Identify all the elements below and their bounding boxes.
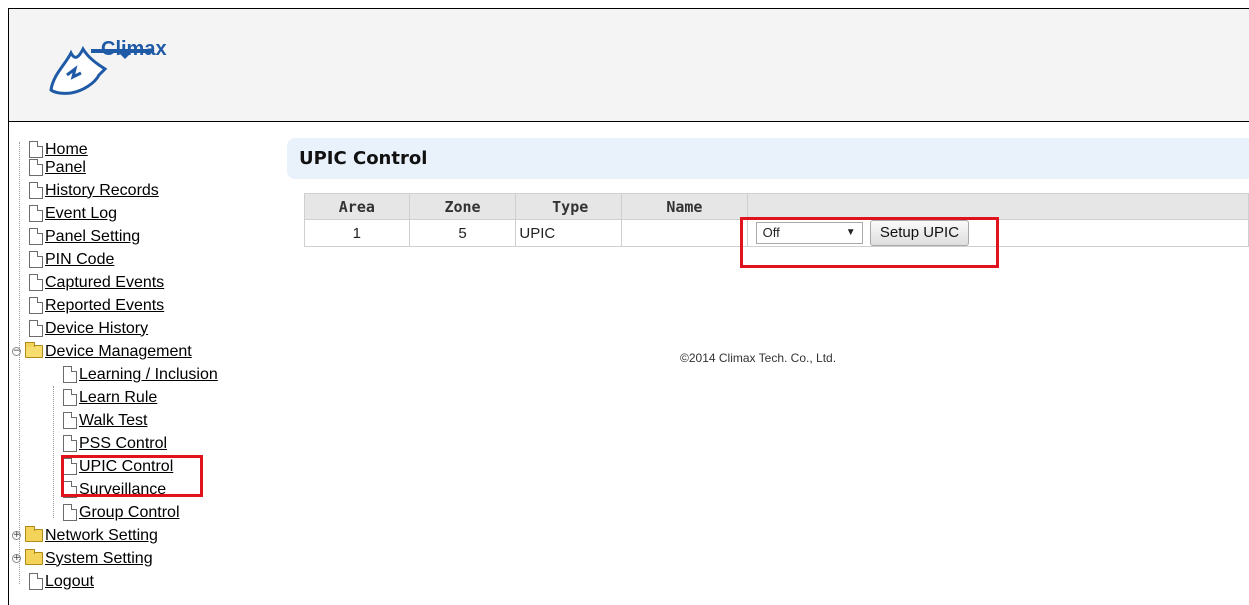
document-icon <box>29 573 43 590</box>
document-icon <box>63 389 77 406</box>
sidebar-item-network-setting[interactable]: + Network Setting <box>12 524 158 547</box>
sidebar-item-label[interactable]: Panel <box>45 159 86 177</box>
folder-icon <box>25 549 43 565</box>
document-icon <box>29 297 43 314</box>
folder-icon <box>25 526 43 542</box>
sidebar-item-label[interactable]: Walk Test <box>79 412 147 430</box>
document-icon <box>63 412 77 429</box>
sidebar-item-pin-code[interactable]: PIN Code <box>29 248 114 271</box>
folder-open-icon <box>25 342 43 358</box>
column-header-name: Name <box>621 193 748 220</box>
cell-name <box>621 219 748 247</box>
sidebar-item-label[interactable]: Learn Rule <box>79 389 157 407</box>
logo-text: Climax <box>101 38 167 60</box>
document-icon <box>63 504 77 521</box>
highlight-box <box>61 455 203 497</box>
highlight-box <box>740 217 999 268</box>
tree-line <box>19 142 20 584</box>
sidebar-item-label[interactable]: PIN Code <box>45 251 114 269</box>
sidebar-item-history-records[interactable]: History Records <box>29 179 159 202</box>
footer-copyright: ©2014 Climax Tech. Co., Ltd. <box>680 351 837 365</box>
sidebar-item-label[interactable]: Device History <box>45 320 148 338</box>
expand-icon[interactable]: + <box>12 531 21 540</box>
table-header-row: Area Zone Type Name <box>304 193 1249 220</box>
document-icon <box>29 159 43 176</box>
sidebar-item-group-control[interactable]: Group Control <box>63 501 180 524</box>
page-title: UPIC Control <box>299 148 428 169</box>
tree-line <box>53 386 54 518</box>
document-icon <box>63 366 77 383</box>
sidebar-item-system-setting[interactable]: + System Setting <box>12 547 153 570</box>
expand-icon[interactable]: + <box>12 554 21 563</box>
sidebar-item-logout[interactable]: Logout <box>29 570 94 593</box>
document-icon <box>29 205 43 222</box>
sidebar-tree: Home Panel History Records Event Log Pan… <box>10 138 280 605</box>
sidebar-item-label[interactable]: Panel Setting <box>45 228 140 246</box>
collapse-icon[interactable]: − <box>12 347 21 356</box>
sidebar-item-label[interactable]: Device Management <box>45 343 192 361</box>
sidebar-item-label[interactable]: Group Control <box>79 504 180 522</box>
document-icon <box>29 274 43 291</box>
sidebar-item-event-log[interactable]: Event Log <box>29 202 117 225</box>
cell-zone: 5 <box>408 219 517 247</box>
header-banner: Climax <box>8 8 1249 122</box>
sidebar-item-walk-test[interactable]: Walk Test <box>63 409 147 432</box>
sidebar-item-learn-rule[interactable]: Learn Rule <box>63 386 157 409</box>
page-title-bar: UPIC Control <box>287 138 1249 179</box>
column-header-type: Type <box>515 193 623 220</box>
sidebar-item-label[interactable]: System Setting <box>45 550 153 568</box>
document-icon <box>29 228 43 245</box>
cell-type: UPIC <box>515 219 623 247</box>
column-header-control <box>746 193 1249 220</box>
cell-area: 1 <box>304 219 410 247</box>
sidebar-item-panel[interactable]: Panel <box>29 156 86 179</box>
sidebar-item-reported-events[interactable]: Reported Events <box>29 294 164 317</box>
column-header-area: Area <box>304 193 410 220</box>
sidebar-item-captured-events[interactable]: Captured Events <box>29 271 164 294</box>
sidebar-item-label[interactable]: Logout <box>45 573 94 591</box>
sidebar-item-learning-inclusion[interactable]: Learning / Inclusion <box>63 363 218 386</box>
sidebar-item-pss-control[interactable]: PSS Control <box>63 432 167 455</box>
sidebar-item-device-history[interactable]: Device History <box>29 317 148 340</box>
sidebar-item-device-management[interactable]: − Device Management <box>12 340 192 363</box>
sidebar-item-label[interactable]: Learning / Inclusion <box>79 366 218 384</box>
sidebar-item-label[interactable]: Reported Events <box>45 297 164 315</box>
sidebar-item-label[interactable]: Captured Events <box>45 274 164 292</box>
sidebar-item-label[interactable]: Event Log <box>45 205 117 223</box>
column-header-zone: Zone <box>408 193 517 220</box>
sidebar-item-panel-setting[interactable]: Panel Setting <box>29 225 140 248</box>
document-icon <box>29 320 43 337</box>
sidebar-item-label[interactable]: Network Setting <box>45 527 158 545</box>
sidebar-item-label[interactable]: History Records <box>45 182 159 200</box>
sidebar-item-label[interactable]: PSS Control <box>79 435 167 453</box>
document-icon <box>29 182 43 199</box>
document-icon <box>29 251 43 268</box>
document-icon <box>63 435 77 452</box>
